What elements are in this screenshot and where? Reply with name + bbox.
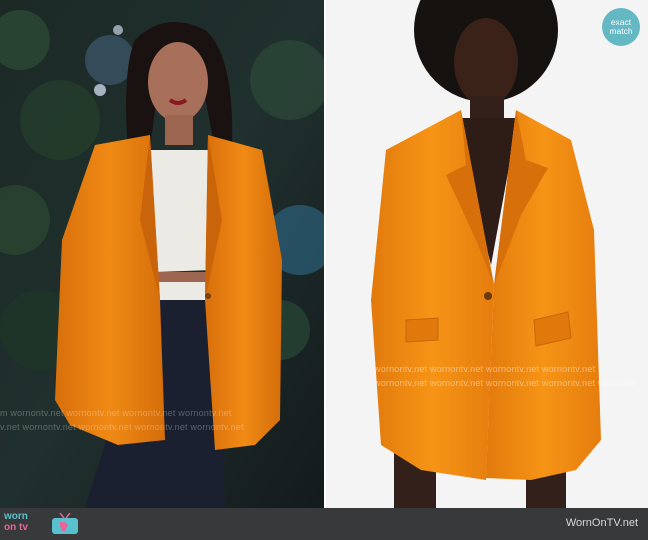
footer-bar: worn on tv WornOnTV.net xyxy=(0,508,648,540)
logo-word-ontv: on tv xyxy=(4,522,28,533)
badge-line-2: match xyxy=(609,26,633,36)
watermark-text: m wornontv.net wornontv.net wornontv.net… xyxy=(0,408,232,418)
site-name[interactable]: WornOnTV.net xyxy=(566,517,638,529)
right-photo: wornontv.net wornontv.net wornontv.net w… xyxy=(326,0,648,508)
tv-icon xyxy=(52,513,78,534)
watermark-text: v.net wornontv.net wornontv.net wornontv… xyxy=(0,422,244,432)
watermark-text: wornontv.net wornontv.net wornontv.net w… xyxy=(374,364,596,374)
exact-match-badge: exact match xyxy=(602,8,640,46)
left-photo: m wornontv.net wornontv.net wornontv.net… xyxy=(0,0,324,508)
wornontv-logo[interactable]: worn on tv xyxy=(4,511,84,537)
product-illustration xyxy=(326,0,648,508)
watermark-text: wornontv.net wornontv.net wornontv.net w… xyxy=(374,378,636,388)
logo-word-worn: worn xyxy=(4,511,28,522)
